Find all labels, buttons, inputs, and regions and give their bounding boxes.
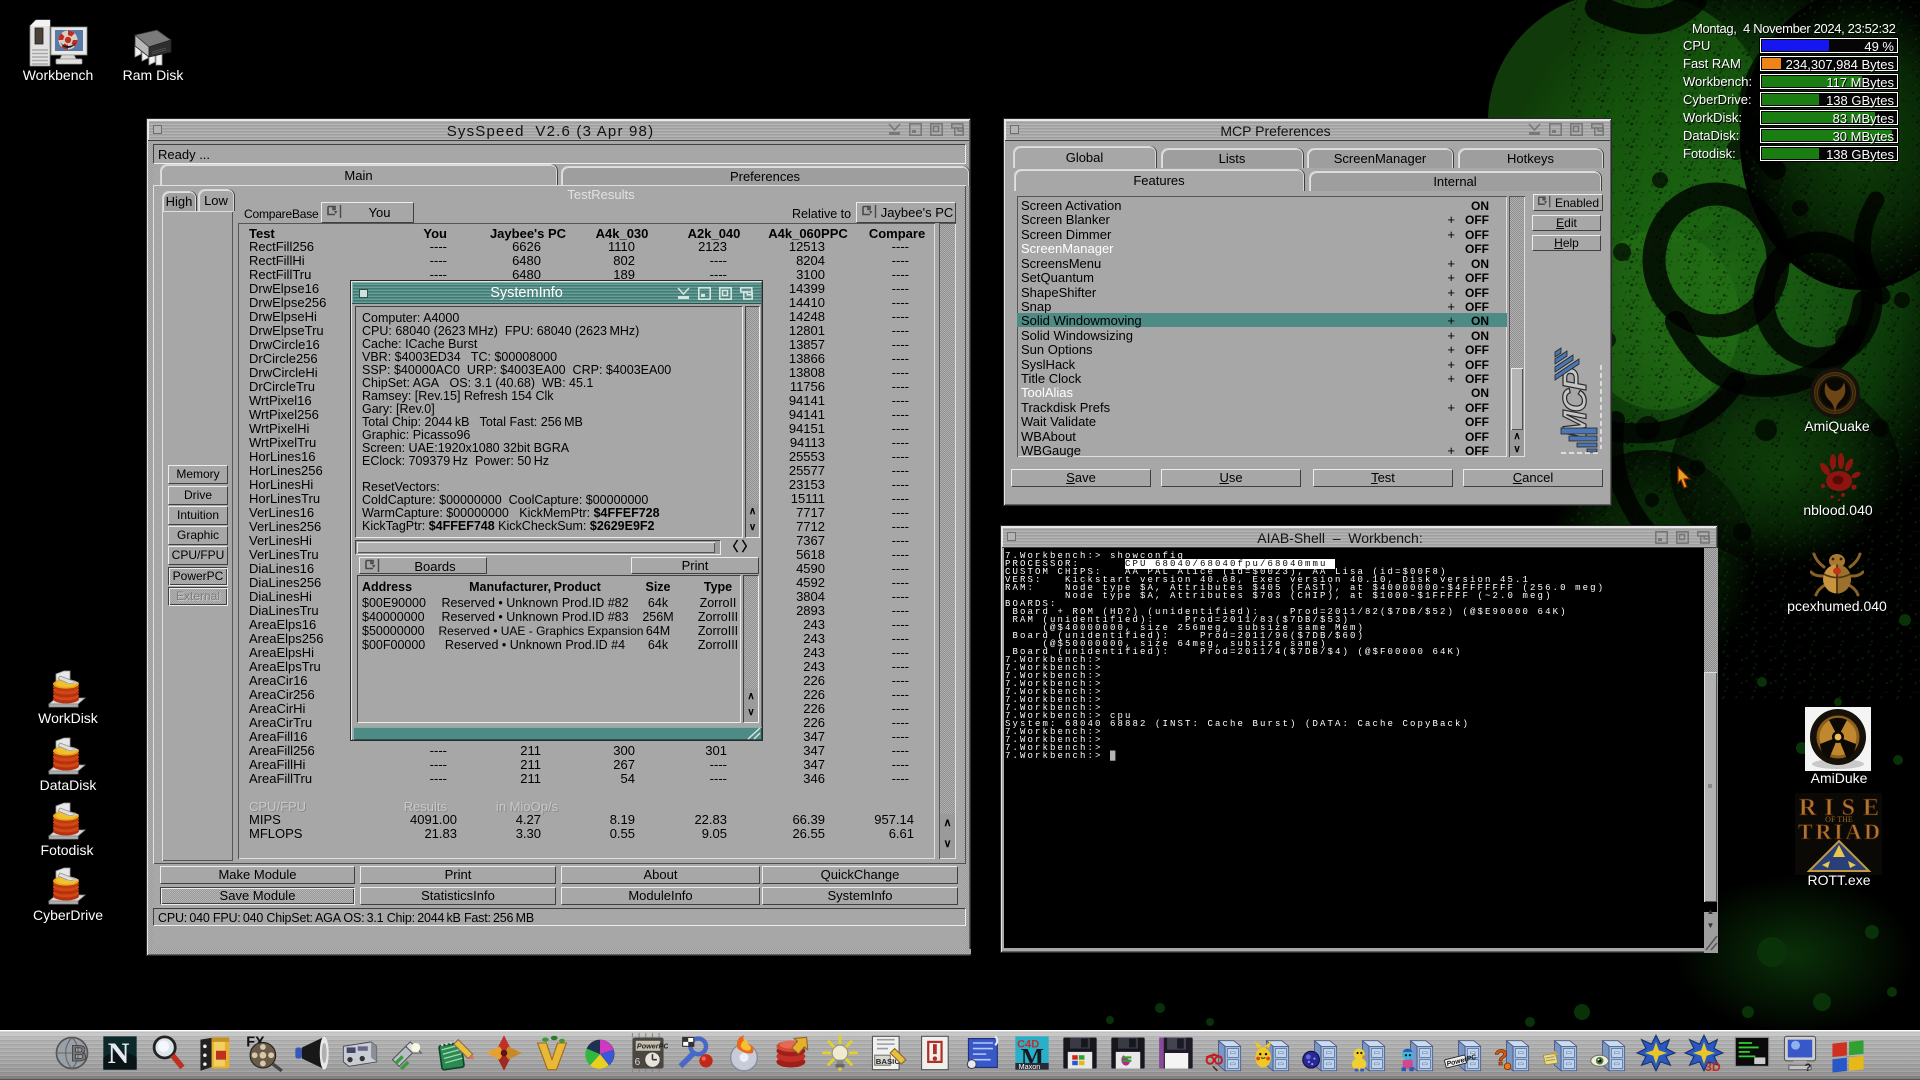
svg-text:Maxon: Maxon [1019,1062,1041,1071]
svg-text:PowerPC: PowerPC [637,1042,668,1051]
svg-text:MCP: MCP [1556,368,1593,438]
svg-text:B: B [71,1041,87,1066]
svg-text:6: 6 [635,1057,641,1068]
svg-text:3D: 3D [1705,1060,1721,1073]
svg-text:?: ? [1804,1062,1811,1073]
svg-text:N: N [108,1037,130,1070]
